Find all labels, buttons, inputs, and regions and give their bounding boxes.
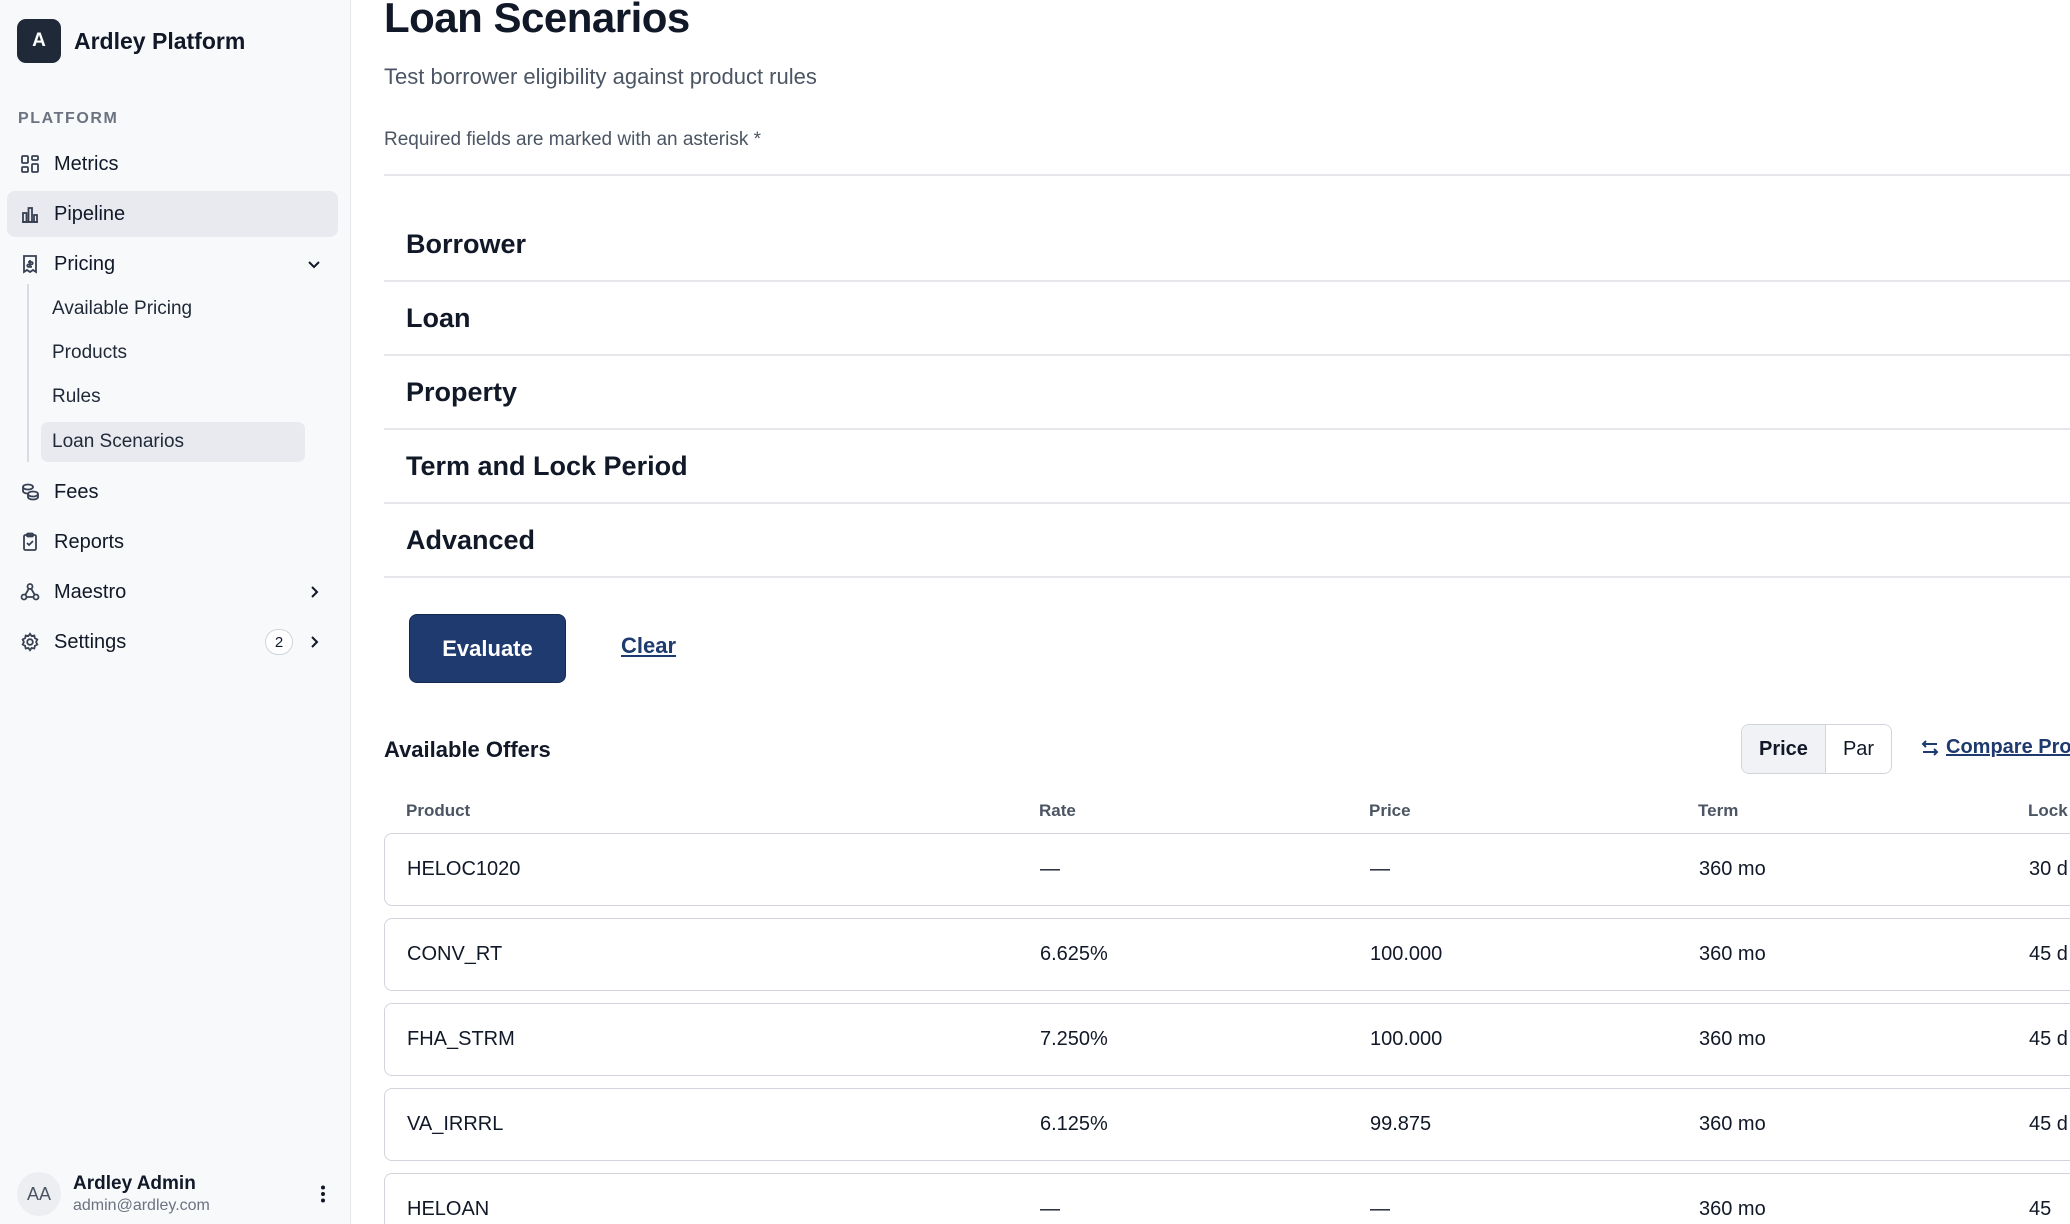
sidebar-item-fees[interactable]: Fees [7,469,338,515]
cell-lock: 45 d [2029,943,2068,965]
main-content: Loan Scenarios Test borrower eligibility… [351,0,2070,1224]
section-borrower[interactable]: Borrower [384,176,2070,282]
brand-name: Ardley Platform [74,27,246,54]
cell-rate: — [1040,858,1060,880]
swap-icon [1921,739,1939,756]
clipboard-icon [19,531,41,553]
cell-rate: 6.125% [1040,1113,1108,1135]
table-row[interactable]: HELOC1020 — — 360 mo 30 d [384,833,2070,906]
cell-product: FHA_STRM [407,1028,515,1050]
cell-lock: 45 d [2029,1028,2068,1050]
column-header-price: Price [1369,801,1411,820]
sidebar-item-reports[interactable]: Reports [7,519,338,565]
coins-icon [19,481,41,503]
cell-lock: 45 [2029,1198,2052,1220]
toggle-par[interactable]: Par [1825,725,1892,773]
cell-price: — [1370,1198,1390,1220]
sidebar-item-label: Fees [54,480,99,503]
evaluate-button[interactable]: Evaluate [409,614,566,683]
table-row[interactable]: HELOAN — — 360 mo 45 [384,1173,2070,1224]
sidebar-item-settings[interactable]: Settings 2 [7,619,338,665]
cell-term: 360 mo [1699,1198,1766,1220]
offers-title: Available Offers [384,737,551,762]
chevron-right-icon[interactable] [304,632,324,652]
sidebar-subitem-rules[interactable]: Rules [41,377,305,417]
scenario-sections: Borrower Loan Property Term and Lock Per… [384,176,2070,578]
gear-icon [19,631,41,653]
more-vertical-icon[interactable] [311,1182,335,1206]
table-row[interactable]: FHA_STRM 7.250% 100.000 360 mo 45 d [384,1003,2070,1076]
cell-price: 100.000 [1370,943,1443,965]
compare-label: Compare Pro [1946,736,2070,758]
user-info: Ardley Admin admin@ardley.com [73,1173,210,1215]
column-header-term: Term [1698,801,1739,820]
cell-term: 360 mo [1699,1028,1766,1050]
settings-count-badge: 2 [265,629,293,655]
sidebar-item-label: Reports [54,530,125,553]
section-advanced[interactable]: Advanced [384,504,2070,578]
cell-term: 360 mo [1699,943,1766,965]
user-profile[interactable]: AA Ardley Admin admin@ardley.com [17,1168,335,1220]
clear-link[interactable]: Clear [621,633,676,659]
cell-rate: — [1040,1198,1060,1220]
cell-term: 360 mo [1699,858,1766,880]
user-name: Ardley Admin [73,1173,196,1194]
brand[interactable]: A Ardley Platform [17,19,245,63]
sidebar-subitem-loan-scenarios[interactable]: Loan Scenarios [41,422,305,462]
page-subtitle: Test borrower eligibility against produc… [384,64,817,89]
cell-term: 360 mo [1699,1113,1766,1135]
cell-lock: 30 d [2029,858,2068,880]
cell-price: 99.875 [1370,1113,1432,1135]
section-loan[interactable]: Loan [384,282,2070,356]
cell-rate: 7.250% [1040,1028,1108,1050]
receipt-icon [19,253,41,275]
sidebar-item-label: Metrics [54,152,119,175]
app-root: A Ardley Platform PLATFORM Metrics Pipel… [0,0,2070,1224]
sidebar: A Ardley Platform PLATFORM Metrics Pipel… [0,0,351,1224]
price-par-toggle: Price Par [1741,724,1893,774]
cell-product: VA_IRRRL [407,1113,504,1135]
compare-products-link[interactable]: Compare Pro [1919,736,2070,759]
dashboard-icon [19,153,41,175]
cell-lock: 45 d [2029,1113,2068,1135]
column-header-product: Product [406,801,471,820]
cell-price: — [1370,858,1390,880]
section-term-lock[interactable]: Term and Lock Period [384,430,2070,504]
sidebar-item-label: Maestro [54,580,127,603]
cell-rate: 6.625% [1040,943,1108,965]
sidebar-item-label: Pricing [54,252,116,275]
brand-logo: A [17,19,61,63]
required-note: Required fields are marked with an aster… [384,129,762,150]
sidebar-item-metrics[interactable]: Metrics [7,141,338,187]
column-header-rate: Rate [1039,801,1076,820]
sidebar-subitem-available-pricing[interactable]: Available Pricing [41,289,305,329]
cell-price: 100.000 [1370,1028,1443,1050]
sidebar-item-label: Pipeline [54,202,126,225]
nav-section-label: PLATFORM [18,110,119,127]
sidebar-item-pricing[interactable]: Pricing [7,241,338,287]
table-row[interactable]: VA_IRRRL 6.125% 99.875 360 mo 45 d [384,1088,2070,1161]
cell-product: CONV_RT [407,943,503,965]
bar-chart-icon [19,203,41,225]
sidebar-item-pipeline[interactable]: Pipeline [7,191,338,237]
subnav-line [27,284,29,462]
user-email: admin@ardley.com [73,1197,210,1214]
section-property[interactable]: Property [384,356,2070,430]
cell-product: HELOC1020 [407,858,521,880]
cell-product: HELOAN [407,1198,490,1220]
sidebar-subitem-products[interactable]: Products [41,333,305,373]
table-row[interactable]: CONV_RT 6.625% 100.000 360 mo 45 d [384,918,2070,991]
sidebar-item-maestro[interactable]: Maestro [7,569,338,615]
toggle-price[interactable]: Price [1742,725,1826,773]
page-title: Loan Scenarios [384,0,690,41]
sidebar-item-label: Settings [54,630,127,653]
column-header-lock: Lock [2028,801,2068,820]
chevron-down-icon[interactable] [304,254,324,274]
chevron-right-icon[interactable] [304,582,324,602]
workflow-icon [19,581,41,603]
avatar: AA [17,1172,61,1216]
